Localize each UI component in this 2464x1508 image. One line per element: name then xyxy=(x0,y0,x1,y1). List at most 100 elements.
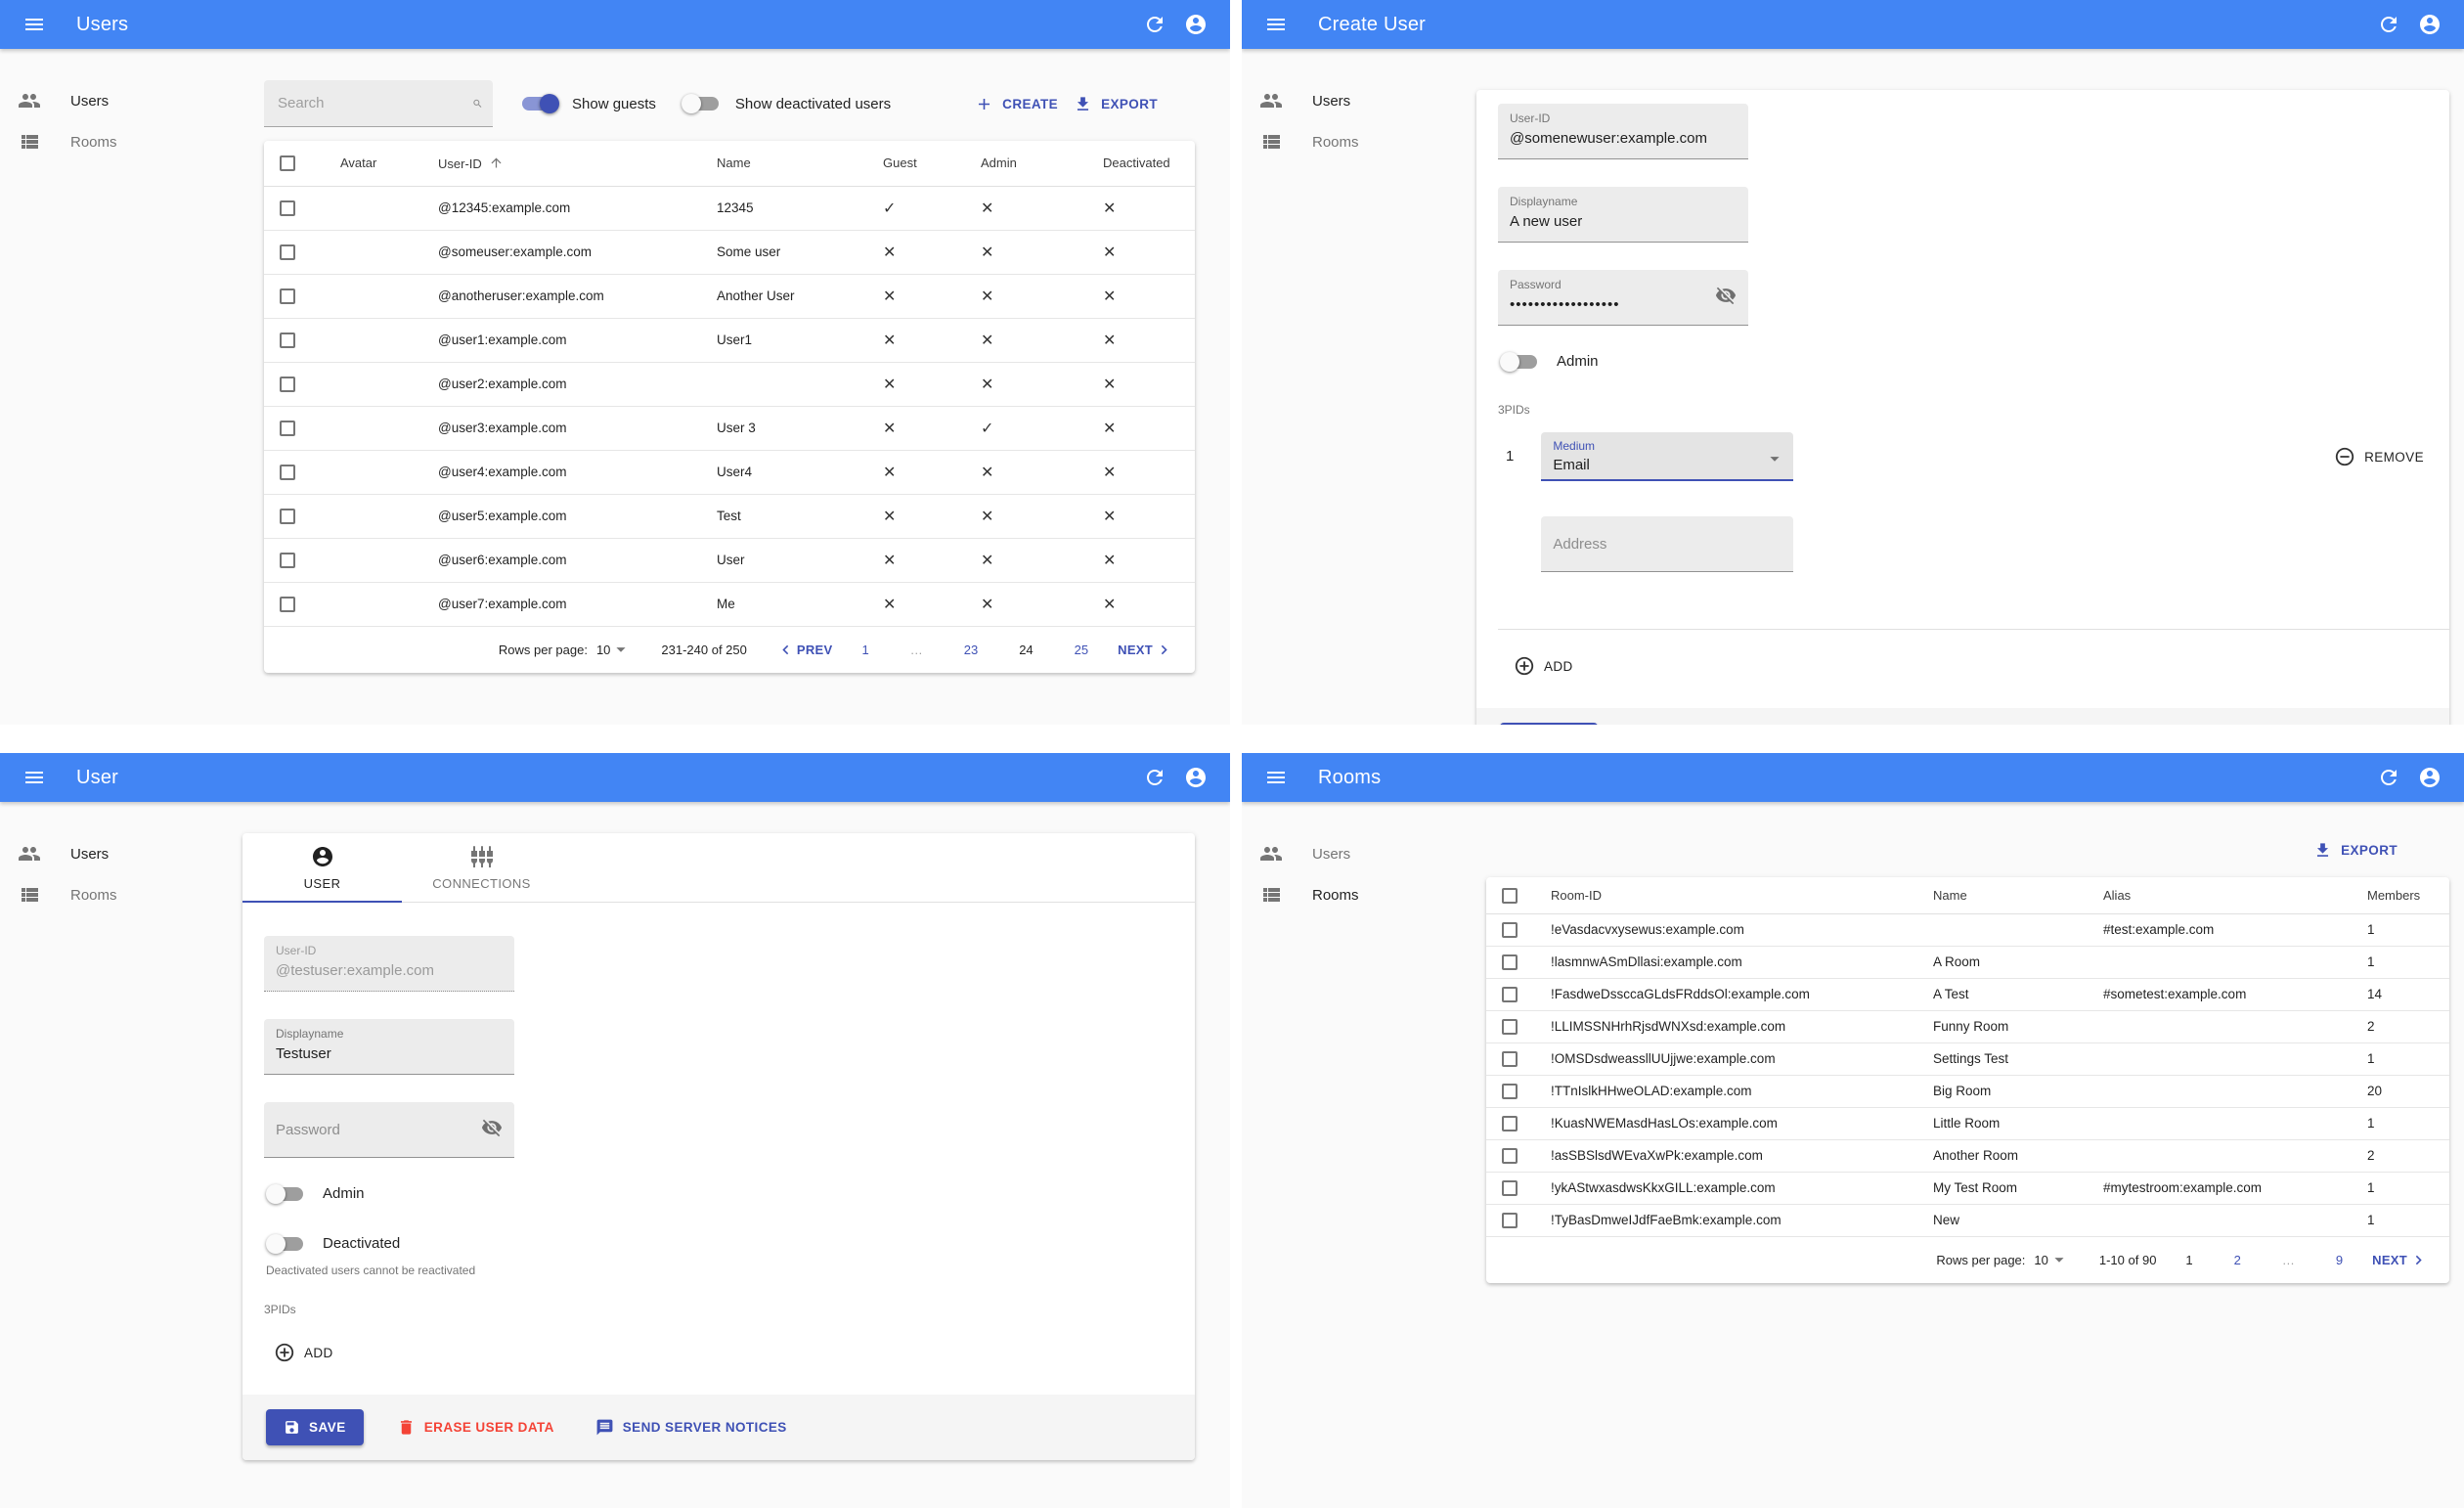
refresh-icon[interactable] xyxy=(1134,757,1175,798)
table-row[interactable]: !eVasdacvxysewus:example.com #test:exampl… xyxy=(1486,913,2449,947)
remove-threepid-button[interactable]: REMOVE xyxy=(2326,440,2432,473)
table-row[interactable]: @user2:example.com ✕ ✕ ✕ xyxy=(264,362,1195,407)
table-row[interactable]: !OMSDsdweassllUUjjwe:example.com Settings… xyxy=(1486,1042,2449,1076)
erase-user-data-button[interactable]: ERASE USER DATA xyxy=(389,1412,562,1442)
password-field[interactable]: Password xyxy=(264,1102,514,1158)
address-field[interactable]: Address xyxy=(1541,516,1794,572)
row-checkbox[interactable] xyxy=(1502,986,1518,1002)
admin-toggle[interactable]: Admin xyxy=(266,1183,1195,1204)
row-checkbox[interactable] xyxy=(1502,1212,1518,1228)
page-link[interactable]: 23 xyxy=(964,643,978,657)
row-checkbox[interactable] xyxy=(280,244,295,260)
table-row[interactable]: !TTnIslkHHweOLAD:example.com Big Room 20 xyxy=(1486,1075,2449,1108)
table-row[interactable]: @user3:example.com User 3 ✕ ✓ ✕ xyxy=(264,406,1195,451)
row-checkbox[interactable] xyxy=(1502,954,1518,970)
table-row[interactable]: @someuser:example.com Some user ✕ ✕ ✕ xyxy=(264,230,1195,275)
sidebar-item-users[interactable]: Users xyxy=(1242,80,1476,121)
table-row[interactable]: @user5:example.com Test ✕ ✕ ✕ xyxy=(264,494,1195,539)
table-row[interactable]: !TyBasDmweIJdfFaeBmk:example.com New 1 xyxy=(1486,1204,2449,1237)
col-user-id[interactable]: User-ID xyxy=(422,141,701,187)
user-id-field[interactable]: User-ID @somenewuser:example.com xyxy=(1498,104,1748,159)
rows-per-page-select[interactable]: 10 xyxy=(596,639,632,660)
sidebar-item-rooms[interactable]: Rooms xyxy=(0,121,239,162)
sidebar-item-rooms[interactable]: Rooms xyxy=(1242,874,1480,915)
password-field[interactable]: Password •••••••••••••••••• xyxy=(1498,270,1748,326)
sidebar-item-users[interactable]: Users xyxy=(1242,833,1480,874)
menu-icon[interactable] xyxy=(1255,757,1297,798)
refresh-icon[interactable] xyxy=(2368,757,2409,798)
admin-toggle[interactable]: Admin xyxy=(1500,351,2449,372)
add-threepid-button[interactable]: ADD xyxy=(266,1336,341,1369)
row-checkbox[interactable] xyxy=(1502,1147,1518,1164)
table-row[interactable]: @12345:example.com 12345 ✓ ✕ ✕ xyxy=(264,186,1195,231)
row-checkbox[interactable] xyxy=(1502,1179,1518,1196)
row-checkbox[interactable] xyxy=(280,420,295,436)
export-button[interactable]: EXPORT xyxy=(1066,89,1166,119)
sidebar-item-rooms[interactable]: Rooms xyxy=(0,874,235,915)
table-row[interactable]: !ykAStwxasdwsKkxGILL:example.com My Test … xyxy=(1486,1172,2449,1205)
table-row[interactable]: @anotheruser:example.com Another User ✕ ✕ ✕ xyxy=(264,274,1195,319)
save-button[interactable]: SAVE xyxy=(266,1409,364,1445)
row-checkbox[interactable] xyxy=(280,552,295,568)
row-checkbox[interactable] xyxy=(280,200,295,216)
table-row[interactable]: @user4:example.com User4 ✕ ✕ ✕ xyxy=(264,450,1195,495)
account-icon[interactable] xyxy=(1175,757,1216,798)
row-checkbox[interactable] xyxy=(280,376,295,392)
send-server-notices-button[interactable]: SEND SERVER NOTICES xyxy=(588,1412,795,1442)
account-icon[interactable] xyxy=(1175,4,1216,45)
visibility-off-icon[interactable] xyxy=(481,1117,503,1143)
row-checkbox[interactable] xyxy=(1502,1083,1518,1099)
rows-per-page-select[interactable]: 10 xyxy=(2034,1249,2069,1270)
row-checkbox[interactable] xyxy=(1502,1018,1518,1035)
displayname-field[interactable]: Displayname Testuser xyxy=(264,1019,514,1075)
row-checkbox[interactable] xyxy=(280,332,295,348)
table-row[interactable]: @user6:example.com User ✕ ✕ ✕ xyxy=(264,538,1195,583)
table-row[interactable]: @user7:example.com Me ✕ ✕ ✕ xyxy=(264,582,1195,627)
sidebar-item-users[interactable]: Users xyxy=(0,80,239,121)
visibility-off-icon[interactable] xyxy=(1715,285,1737,311)
search-field[interactable] xyxy=(264,80,493,127)
row-checkbox[interactable] xyxy=(1502,1115,1518,1131)
table-row[interactable]: !asSBSlsdWEvaXwPk:example.com Another Roo… xyxy=(1486,1139,2449,1173)
sidebar-item-users[interactable]: Users xyxy=(0,833,235,874)
page-link[interactable]: 9 xyxy=(2336,1253,2343,1267)
create-button[interactable]: CREATE xyxy=(967,89,1066,119)
table-row[interactable]: !LLIMSSNHrhRjsdWNXsd:example.com Funny Ro… xyxy=(1486,1010,2449,1043)
account-icon[interactable] xyxy=(2409,4,2450,45)
table-row[interactable]: !lasmnwASmDllasi:example.com A Room 1 xyxy=(1486,946,2449,979)
tab-connections[interactable]: CONNECTIONS xyxy=(402,833,561,902)
displayname-field[interactable]: Displayname A new user xyxy=(1498,187,1748,243)
row-checkbox[interactable] xyxy=(280,288,295,304)
refresh-icon[interactable] xyxy=(2368,4,2409,45)
select-all-checkbox[interactable] xyxy=(280,155,295,172)
next-button[interactable]: NEXT xyxy=(2372,1251,2428,1269)
prev-button[interactable]: PREV xyxy=(776,641,833,659)
export-button[interactable]: EXPORT xyxy=(2306,835,2405,865)
menu-icon[interactable] xyxy=(14,4,55,45)
refresh-icon[interactable] xyxy=(1134,4,1175,45)
account-icon[interactable] xyxy=(2409,757,2450,798)
page-link[interactable]: 1 xyxy=(861,643,868,657)
row-checkbox[interactable] xyxy=(280,508,295,524)
table-row[interactable]: !FasdweDssccaGLdsFRddsOl:example.com A Te… xyxy=(1486,978,2449,1011)
row-checkbox[interactable] xyxy=(1502,1050,1518,1067)
page-link[interactable]: 2 xyxy=(2234,1253,2241,1267)
row-checkbox[interactable] xyxy=(1502,921,1518,938)
table-row[interactable]: !KuasNWEMasdHasLOs:example.com Little Roo… xyxy=(1486,1107,2449,1140)
row-checkbox[interactable] xyxy=(280,596,295,612)
show-deactivated-toggle[interactable]: Show deactivated users xyxy=(681,94,891,113)
col-room-id[interactable]: Room-ID xyxy=(1535,877,1917,914)
add-threepid-button[interactable]: ADD xyxy=(1506,649,1581,683)
sidebar-item-rooms[interactable]: Rooms xyxy=(1242,121,1476,162)
menu-icon[interactable] xyxy=(1255,4,1297,45)
select-all-checkbox[interactable] xyxy=(1502,887,1518,904)
search-input[interactable] xyxy=(278,95,472,111)
deactivated-toggle[interactable]: Deactivated xyxy=(266,1233,1195,1254)
tab-user[interactable]: USER xyxy=(242,833,402,903)
table-row[interactable]: @user1:example.com User1 ✕ ✕ ✕ xyxy=(264,318,1195,363)
menu-icon[interactable] xyxy=(14,757,55,798)
show-guests-toggle[interactable]: Show guests xyxy=(518,94,656,113)
save-button[interactable]: SAVE xyxy=(1500,723,1598,725)
row-checkbox[interactable] xyxy=(280,464,295,480)
page-link[interactable]: 25 xyxy=(1075,643,1088,657)
